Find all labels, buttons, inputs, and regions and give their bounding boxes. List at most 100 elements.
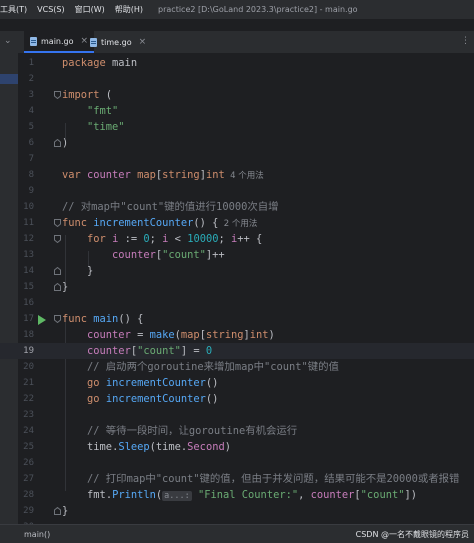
code-line[interactable]: 5 "time"	[0, 119, 474, 135]
line-number: 24	[23, 426, 34, 436]
code-line[interactable]: 24 // 等待一段时间，让goroutine有机会运行	[0, 423, 474, 439]
line-number: 1	[28, 58, 34, 68]
fold-end-icon[interactable]	[54, 139, 61, 147]
code-token: "Final Counter:"	[198, 489, 299, 501]
code-token: ++ {	[237, 233, 263, 245]
code-token: import	[62, 89, 100, 101]
code-text: var counter map[string]int 4 个用法	[62, 167, 264, 184]
code-token: Second	[187, 441, 225, 453]
code-line[interactable]: 28 fmt.Println(a...: "Final Counter:", c…	[0, 487, 474, 503]
tab-time-go[interactable]: time.go ×	[84, 31, 152, 53]
code-line[interactable]: 18 counter = make(map[string]int)	[0, 327, 474, 343]
code-text: // 打印map中"count"键的值，但由于并发问题，结果可能不是20000或…	[62, 471, 459, 487]
code-line[interactable]: 20 // 启动两个goroutine来增加map中"count"键的值	[0, 359, 474, 375]
code-token: func	[62, 217, 94, 229]
usage-hint[interactable]: 4 个用法	[225, 171, 264, 181]
code-line[interactable]: 23	[0, 407, 474, 423]
line-number: 4	[28, 106, 34, 116]
code-line[interactable]: 1 package main	[0, 55, 474, 71]
tab-list-chevron-icon[interactable]: ⌄	[4, 36, 12, 46]
code-token: map	[180, 329, 200, 341]
menu-window[interactable]: 窗口(W)	[70, 4, 110, 15]
code-line[interactable]: 4 "fmt"	[0, 103, 474, 119]
code-line[interactable]: 6)	[0, 135, 474, 151]
fold-end-icon[interactable]	[54, 267, 61, 275]
code-line[interactable]: 29}	[0, 503, 474, 519]
editor-tab-bar: ⌄ main.go × time.go × ⋮	[0, 31, 474, 54]
code-line[interactable]: 7	[0, 151, 474, 167]
code-token: // 等待一段时间，让goroutine有机会运行	[62, 425, 298, 437]
code-line[interactable]: 22 go incrementCounter()	[0, 391, 474, 407]
code-line[interactable]: 13 counter["count"]++	[0, 247, 474, 263]
code-token: ;	[218, 233, 231, 245]
code-line[interactable]: 19 counter["count"] = 0	[0, 343, 474, 359]
line-number: 29	[23, 506, 34, 516]
fold-collapse-icon[interactable]	[54, 315, 61, 323]
menu-help[interactable]: 帮助(H)	[110, 4, 148, 15]
code-token: make	[149, 329, 175, 341]
code-line[interactable]: 9	[0, 183, 474, 199]
code-token: for	[87, 233, 113, 245]
code-token: int	[249, 329, 269, 341]
more-options-icon[interactable]: ⋮	[461, 36, 470, 46]
fold-collapse-icon[interactable]	[54, 91, 61, 99]
line-number: 14	[23, 266, 34, 276]
code-token: ;	[149, 233, 163, 245]
code-token: int	[205, 169, 225, 181]
code-token: time	[155, 441, 181, 453]
code-line[interactable]: 3 import (	[0, 87, 474, 103]
code-token: }	[62, 505, 69, 517]
menu-vcs[interactable]: VCS(S)	[32, 5, 69, 14]
line-number: 5	[28, 122, 34, 132]
code-token: )	[62, 137, 69, 149]
code-line[interactable]: 16	[0, 295, 474, 311]
code-token: map	[137, 169, 156, 181]
code-text: counter["count"]++	[62, 247, 225, 263]
code-line[interactable]: 2	[0, 71, 474, 87]
code-line[interactable]: 26	[0, 455, 474, 471]
menu-tools[interactable]: 工具(T)	[0, 4, 32, 15]
code-text: go incrementCounter()	[62, 375, 218, 391]
line-number: 19	[23, 346, 34, 356]
code-token: )	[268, 329, 275, 341]
code-line[interactable]: 12 for i := 0; i < 10000; i++ {	[0, 231, 474, 247]
code-token: counter	[310, 489, 355, 501]
code-line[interactable]: 17 func main() {	[0, 311, 474, 327]
close-icon[interactable]: ×	[139, 37, 147, 47]
code-token: fmt	[87, 489, 106, 501]
code-line[interactable]: 25 time.Sleep(time.Second)	[0, 439, 474, 455]
code-token: }	[62, 265, 94, 277]
code-text: func main() {	[62, 311, 143, 327]
code-line[interactable]: 10 // 对map中"count"键的值进行10000次自增	[0, 199, 474, 215]
code-token: // 对map中"count"键的值进行10000次自增	[62, 201, 279, 213]
line-number: 22	[23, 394, 34, 404]
usage-hint[interactable]: 2 个用法	[218, 219, 258, 229]
breadcrumb-function[interactable]: main()	[24, 530, 50, 539]
code-editor[interactable]: 1 package main 2 3 import (4 "fmt" 5 "time" 6)…	[0, 53, 474, 524]
fold-collapse-icon[interactable]	[54, 235, 61, 243]
code-token: ()	[205, 377, 219, 389]
code-line[interactable]: 11 func incrementCounter() { 2 个用法	[0, 215, 474, 231]
fold-collapse-icon[interactable]	[54, 219, 61, 227]
code-token: ()	[205, 393, 219, 405]
code-text: for i := 0; i < 10000; i++ {	[62, 231, 262, 247]
line-number: 28	[23, 490, 34, 500]
code-text: counter = make(map[string]int)	[62, 327, 275, 343]
code-token: func	[62, 313, 94, 325]
fold-end-icon[interactable]	[54, 283, 61, 291]
code-line[interactable]: 15}	[0, 279, 474, 295]
code-text: time.Sleep(time.Second)	[62, 439, 231, 455]
code-token: incrementCounter	[93, 217, 194, 229]
code-token: go	[87, 377, 106, 389]
code-token: string	[205, 329, 244, 341]
code-line[interactable]: 14 }	[0, 263, 474, 279]
fold-end-icon[interactable]	[54, 507, 61, 515]
code-line[interactable]: 8 var counter map[string]int 4 个用法	[0, 167, 474, 183]
code-text: import (	[62, 87, 112, 103]
code-line[interactable]: 27 // 打印map中"count"键的值，但由于并发问题，结果可能不是200…	[0, 471, 474, 487]
code-token: // 启动两个goroutine来增加map中"count"键的值	[62, 361, 339, 373]
code-line[interactable]: 21 go incrementCounter()	[0, 375, 474, 391]
